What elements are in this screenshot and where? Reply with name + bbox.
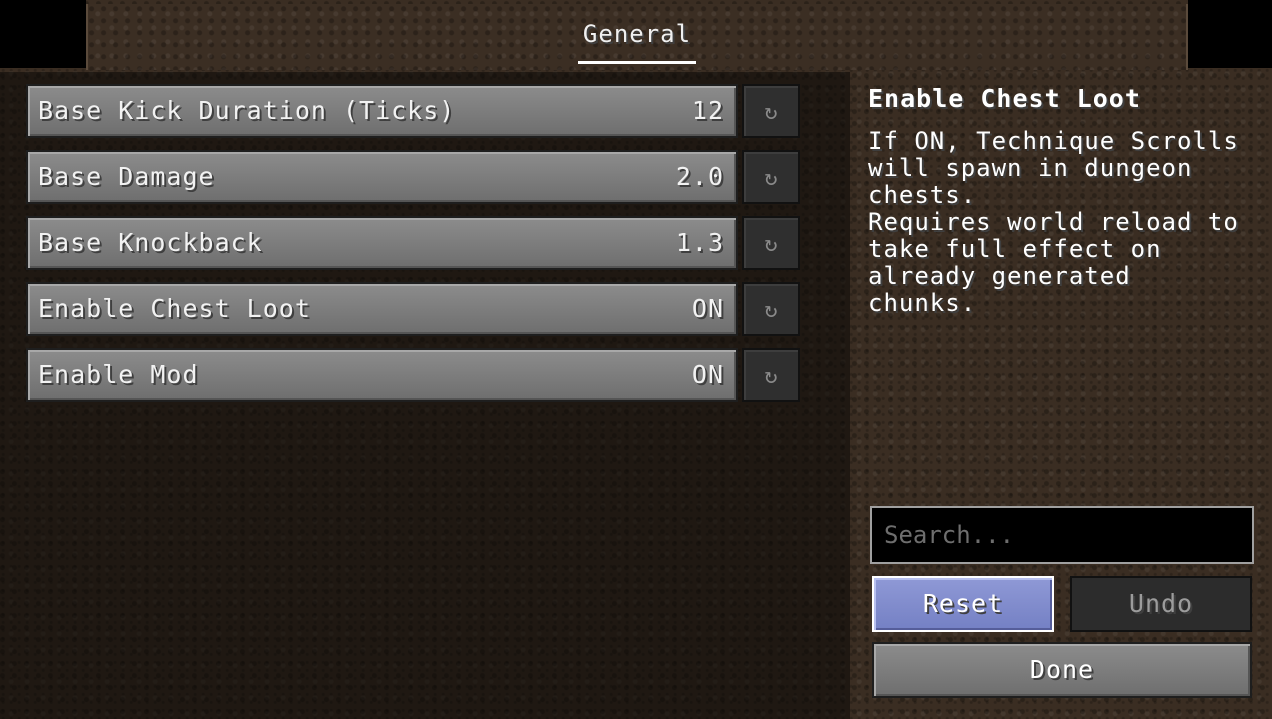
reset-option-icon[interactable]: ↻ bbox=[742, 348, 800, 402]
reset-option-icon[interactable]: ↻ bbox=[742, 84, 800, 138]
undo-button[interactable]: Undo bbox=[1070, 576, 1252, 632]
option-row-enable-chest-loot: Enable Chest Loot ON ↻ bbox=[26, 282, 800, 338]
reset-option-icon[interactable]: ↻ bbox=[742, 150, 800, 204]
option-button[interactable]: Base Damage 2.0 bbox=[26, 150, 738, 204]
option-button[interactable]: Enable Mod ON bbox=[26, 348, 738, 402]
search-input[interactable] bbox=[870, 506, 1254, 564]
option-label: Enable Mod bbox=[38, 360, 199, 389]
option-value: ON bbox=[691, 294, 724, 323]
option-button[interactable]: Base Kick Duration (Ticks) 12 bbox=[26, 84, 738, 138]
reset-option-icon[interactable]: ↻ bbox=[742, 216, 800, 270]
reset-option-icon[interactable]: ↻ bbox=[742, 282, 800, 336]
option-value: 2.0 bbox=[675, 162, 724, 191]
option-value: 1.3 bbox=[675, 228, 724, 257]
options-list: Base Kick Duration (Ticks) 12 ↻ Base Dam… bbox=[0, 72, 850, 719]
option-label: Base Knockback bbox=[38, 228, 263, 257]
option-button[interactable]: Base Knockback 1.3 bbox=[26, 216, 738, 270]
option-row-base-knockback: Base Knockback 1.3 ↻ bbox=[26, 216, 800, 272]
option-row-kick-duration: Base Kick Duration (Ticks) 12 ↻ bbox=[26, 84, 800, 140]
description-body: If ON, Technique Scrolls will spawn in d… bbox=[868, 127, 1239, 317]
top-bar-left-corner bbox=[0, 0, 86, 68]
option-button[interactable]: Enable Chest Loot ON bbox=[26, 282, 738, 336]
option-value: 12 bbox=[691, 96, 724, 125]
top-bar: General bbox=[0, 0, 1272, 70]
tab-general[interactable]: General bbox=[578, 12, 696, 64]
reset-button[interactable]: Reset bbox=[872, 576, 1054, 632]
description-title: Enable Chest Loot bbox=[868, 84, 1141, 113]
option-row-base-damage: Base Damage 2.0 ↻ bbox=[26, 150, 800, 206]
done-button[interactable]: Done bbox=[872, 642, 1252, 698]
option-label: Base Damage bbox=[38, 162, 215, 191]
option-label: Base Kick Duration (Ticks) bbox=[38, 96, 456, 125]
option-value: ON bbox=[691, 360, 724, 389]
option-row-enable-mod: Enable Mod ON ↻ bbox=[26, 348, 800, 404]
top-bar-right-corner bbox=[1188, 0, 1272, 68]
option-label: Enable Chest Loot bbox=[38, 294, 311, 323]
